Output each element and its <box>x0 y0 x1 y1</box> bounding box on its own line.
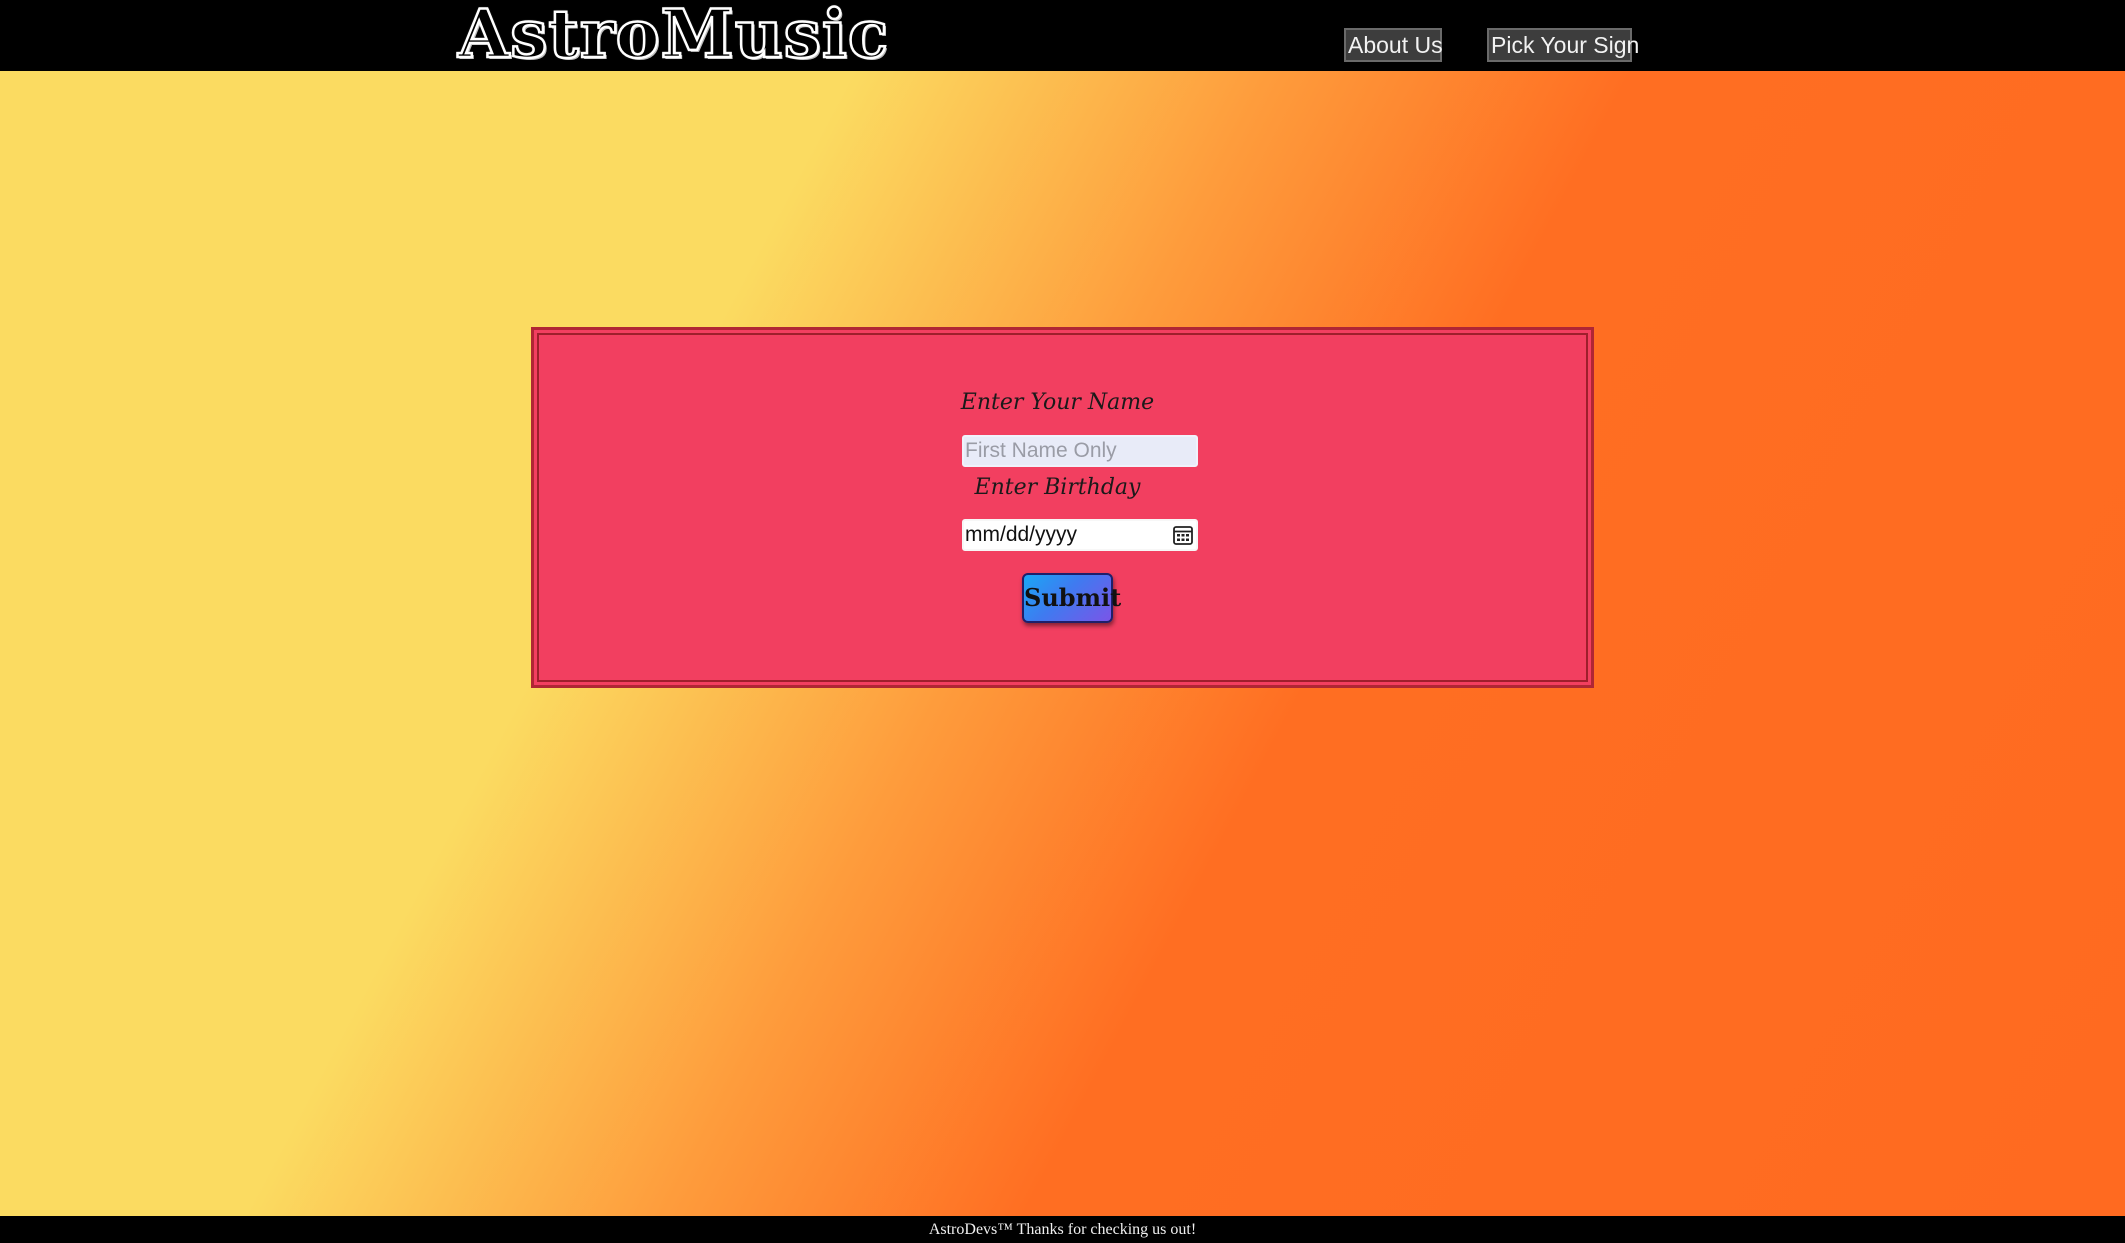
footer-text: AstroDevs™ Thanks for checking us out! <box>928 1221 1197 1238</box>
site-logo[interactable]: AstroMusic <box>457 0 890 73</box>
birthday-date-input[interactable]: mm/dd/yyyy <box>962 519 1198 551</box>
panel-inner-border: Enter Your Name Enter Birthday mm/dd/yyy… <box>537 333 1588 682</box>
first-name-input[interactable] <box>962 435 1198 467</box>
birthday-date-placeholder: mm/dd/yyyy <box>965 523 1078 546</box>
name-label: Enter Your Name <box>960 390 1155 415</box>
footer: AstroDevs™ Thanks for checking us out! <box>0 1216 2125 1243</box>
top-navbar: AstroMusic About Us Pick Your Sign <box>0 0 2125 73</box>
submit-button[interactable]: Submit <box>1022 573 1121 623</box>
pick-your-sign-button[interactable]: Pick Your Sign <box>1487 28 1639 62</box>
about-us-button[interactable]: About Us <box>1344 28 1443 62</box>
calendar-icon[interactable] <box>1172 524 1194 546</box>
birthday-label: Enter Birthday <box>974 475 1141 500</box>
user-info-form-panel: Enter Your Name Enter Birthday mm/dd/yyy… <box>531 327 1594 688</box>
